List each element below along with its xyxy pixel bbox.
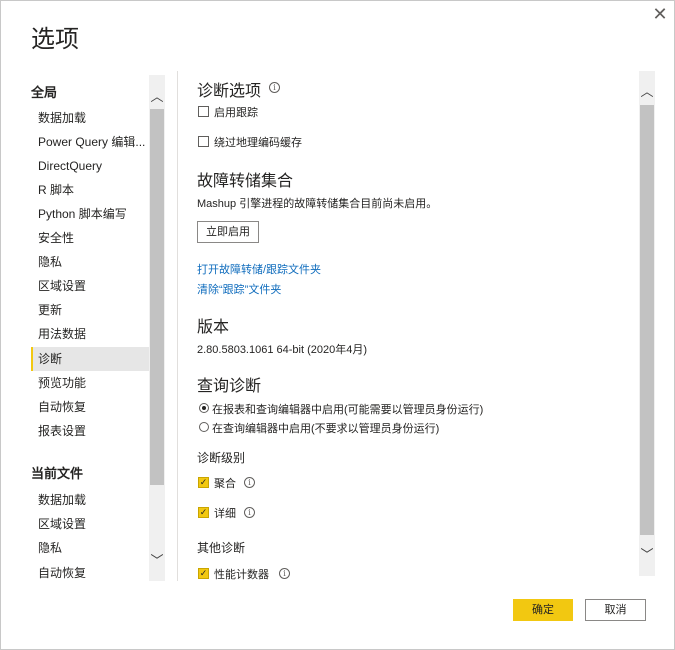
section-title-diagnostic-options: 诊断选项 [197,83,262,100]
crash-dump-description: Mashup 引擎进程的故障转储集合目前尚未启用。 [197,198,438,210]
nav-scrollbar[interactable]: ︿ ﹀ [149,75,165,581]
open-crash-dump-folder-link[interactable]: 打开故障转储/跟踪文件夹 [197,261,321,277]
query-diag-option-report-and-editor-label: 在报表和查询编辑器中启用(可能需要以管理员身份运行) [212,404,484,416]
enable-now-button[interactable]: 立即启用 [197,221,259,243]
section-title-diagnostic-level: 诊断级别 [197,451,246,465]
scroll-down-icon[interactable]: ﹀ [149,553,165,569]
nav-item-file-data-load[interactable]: 数据加载 [31,488,149,512]
nav-item-file-regional-settings[interactable]: 区域设置 [31,512,149,536]
aggregate-info-icon[interactable]: i [244,477,255,488]
nav-item-r-script[interactable]: R 脚本 [31,178,149,202]
nav-item-report-settings[interactable]: 报表设置 [31,419,149,443]
nav-item-usage-data[interactable]: 用法数据 [31,322,149,346]
nav-item-python-script[interactable]: Python 脚本编写 [31,202,149,226]
content-scrollbar[interactable]: ︿ ﹀ [639,71,655,576]
diagnostics-pane: 诊断选项 i 启用跟踪 绕过地理编码缓存 故障转储集合 Mashup 引擎进程的… [197,71,632,581]
aggregate-label: 聚合 [214,478,236,490]
cancel-button[interactable]: 取消 [585,599,646,621]
pane-divider [177,71,178,581]
nav-item-updates[interactable]: 更新 [31,298,149,322]
nav-item-data-load[interactable]: 数据加载 [31,106,149,130]
options-dialog: 选项 ✕ 全局 数据加载 Power Query 编辑... DirectQue… [0,0,675,650]
query-diag-option-editor-only-radio[interactable] [199,422,209,432]
nav-item-preview-features[interactable]: 预览功能 [31,371,149,395]
nav-item-regional-settings[interactable]: 区域设置 [31,274,149,298]
close-icon[interactable]: ✕ [651,5,669,23]
detailed-checkbox[interactable]: ✓ [198,507,209,518]
aggregate-checkbox[interactable]: ✓ [198,477,209,488]
info-icon[interactable]: i [269,82,280,93]
version-value: 2.80.5803.1061 64-bit (2020年4月) [197,344,368,356]
section-title-query-diagnostics: 查询诊断 [197,378,262,395]
nav-scrollbar-thumb[interactable] [150,109,164,485]
detailed-info-icon[interactable]: i [244,507,255,518]
query-diag-option-report-and-editor-radio[interactable] [199,403,209,413]
nav-item-security[interactable]: 安全性 [31,226,149,250]
ok-button[interactable]: 确定 [513,599,573,621]
nav-item-directquery[interactable]: DirectQuery [31,154,149,178]
section-title-version: 版本 [197,319,230,336]
performance-counters-checkbox[interactable]: ✓ [198,568,209,579]
clear-trace-folder-link[interactable]: 清除“跟踪”文件夹 [197,281,281,297]
nav-header-global: 全局 [31,85,58,100]
content-scroll-up-icon[interactable]: ︿ [639,84,655,100]
section-title-crash-dump: 故障转储集合 [197,173,294,190]
nav-item-diagnostics[interactable]: 诊断 [31,347,149,371]
options-nav: 全局 数据加载 Power Query 编辑... DirectQuery R … [1,71,166,581]
nav-item-power-query-editor[interactable]: Power Query 编辑... [31,130,149,154]
content-scrollbar-thumb[interactable] [640,105,654,535]
performance-counters-label: 性能计数器 [214,569,269,581]
enable-trace-label: 启用跟踪 [214,107,258,119]
nav-header-current-file: 当前文件 [31,466,84,481]
nav-item-auto-recovery[interactable]: 自动恢复 [31,395,149,419]
dialog-title: 选项 [31,26,79,53]
query-diag-option-editor-only-label: 在查询编辑器中启用(不要求以管理员身份运行) [212,423,440,435]
nav-item-file-privacy[interactable]: 隐私 [31,536,149,560]
nav-item-privacy[interactable]: 隐私 [31,250,149,274]
bypass-geocode-cache-checkbox[interactable] [198,136,209,147]
nav-item-file-auto-recovery[interactable]: 自动恢复 [31,561,149,581]
bypass-geocode-cache-label: 绕过地理编码缓存 [214,137,302,149]
section-title-other-diagnostics: 其他诊断 [197,541,246,555]
performance-counters-info-icon[interactable]: i [279,568,290,579]
enable-trace-checkbox[interactable] [198,106,209,117]
content-scroll-down-icon[interactable]: ﹀ [639,547,655,563]
detailed-label: 详细 [214,508,236,520]
scroll-up-icon[interactable]: ︿ [149,89,165,105]
